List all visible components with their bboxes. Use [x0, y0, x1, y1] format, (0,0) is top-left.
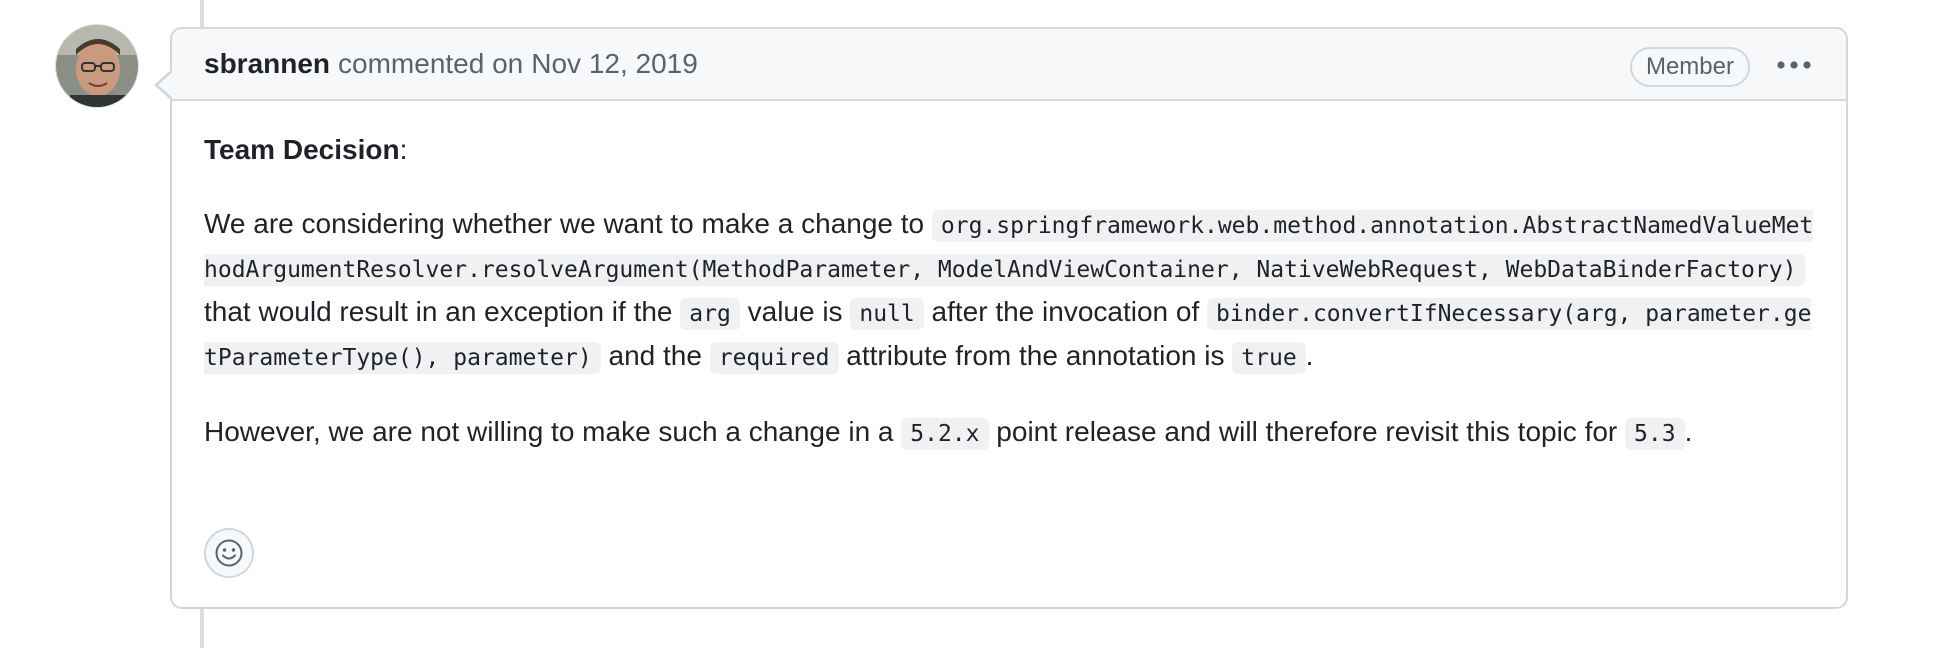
body-text: after the invocation of [923, 296, 1208, 327]
inline-code: null [850, 298, 924, 330]
body-text: value is [739, 296, 851, 327]
body-text: and the [600, 340, 710, 371]
comment-timestamp-link[interactable]: Nov 12, 2019 [531, 48, 698, 80]
body-text: We are considering whether we want to ma… [204, 208, 932, 239]
body-text: . [1684, 416, 1693, 447]
body-text: attribute from the annotation is [838, 340, 1233, 371]
add-reaction-button[interactable] [204, 528, 254, 578]
body-text: point release and will therefore revisit… [988, 416, 1626, 447]
inline-code: 5.3 [1625, 418, 1685, 450]
release-paragraph: However, we are not willing to make such… [204, 411, 1816, 455]
body-text: However, we are not willing to make such… [204, 416, 902, 447]
inline-code: arg [680, 298, 740, 330]
decision-suffix: : [399, 134, 408, 165]
comment-body: Team Decision: We are considering whethe… [172, 101, 1846, 455]
inline-code: true [1232, 342, 1306, 374]
smiley-icon [215, 539, 243, 567]
comment-options-button[interactable] [1774, 49, 1814, 81]
inline-code: required [709, 342, 839, 374]
comment-header: sbrannen commented on Nov 12, 2019 Membe… [172, 29, 1846, 101]
body-text: . [1305, 340, 1314, 371]
main-paragraph: We are considering whether we want to ma… [204, 203, 1816, 379]
comment-action-text: commented on [338, 48, 524, 79]
body-text: that would result in an exception if the [204, 296, 681, 327]
timeline-comment: sbrannen commented on Nov 12, 2019 Membe… [154, 27, 1848, 609]
author-association-badge: Member [1629, 47, 1750, 87]
kebab-horizontal-icon [1777, 61, 1811, 69]
author-link[interactable]: sbrannen [204, 48, 330, 80]
decision-label: Team Decision [204, 134, 400, 165]
decision-paragraph: Team Decision: [204, 129, 1816, 171]
author-avatar[interactable] [56, 25, 138, 107]
inline-code: 5.2.x [901, 418, 989, 450]
user-avatar-photo-icon [56, 25, 138, 107]
